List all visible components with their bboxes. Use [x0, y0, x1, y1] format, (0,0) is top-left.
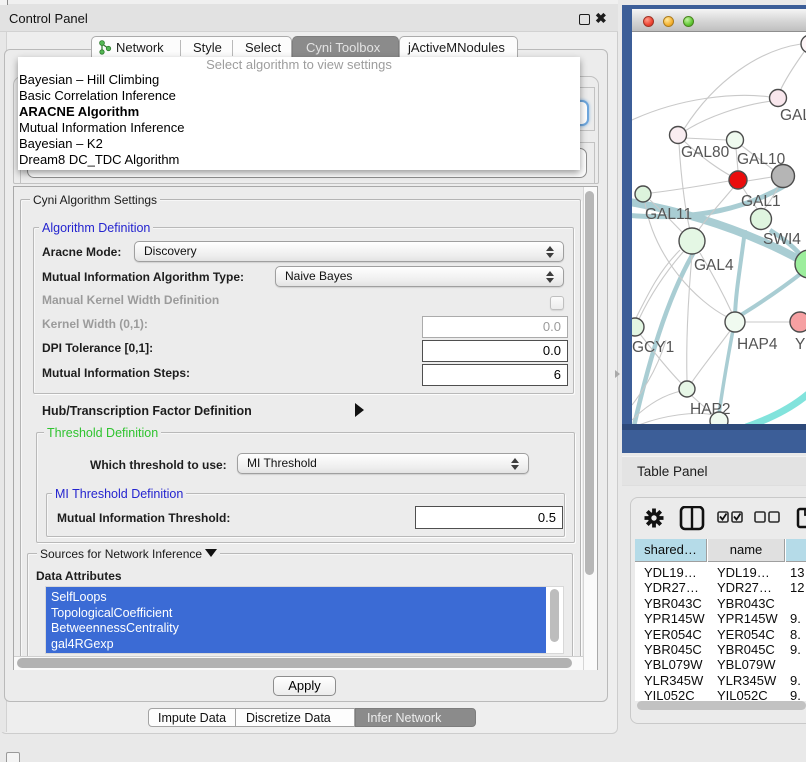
svg-text:GAL2: GAL2 [780, 107, 806, 124]
svg-text:GAL80: GAL80 [681, 144, 730, 161]
svg-text:HAP2: HAP2 [690, 401, 731, 418]
svg-text:GAL1: GAL1 [741, 193, 781, 210]
svg-text:GAL4: GAL4 [694, 257, 734, 274]
svg-text:GCY1: GCY1 [632, 339, 674, 356]
svg-text:GAL10: GAL10 [737, 151, 786, 168]
svg-text:SWI4: SWI4 [763, 231, 801, 248]
svg-text:HAP4: HAP4 [737, 336, 778, 353]
svg-text:Y: Y [795, 336, 805, 353]
svg-text:GAL11: GAL11 [645, 206, 692, 223]
